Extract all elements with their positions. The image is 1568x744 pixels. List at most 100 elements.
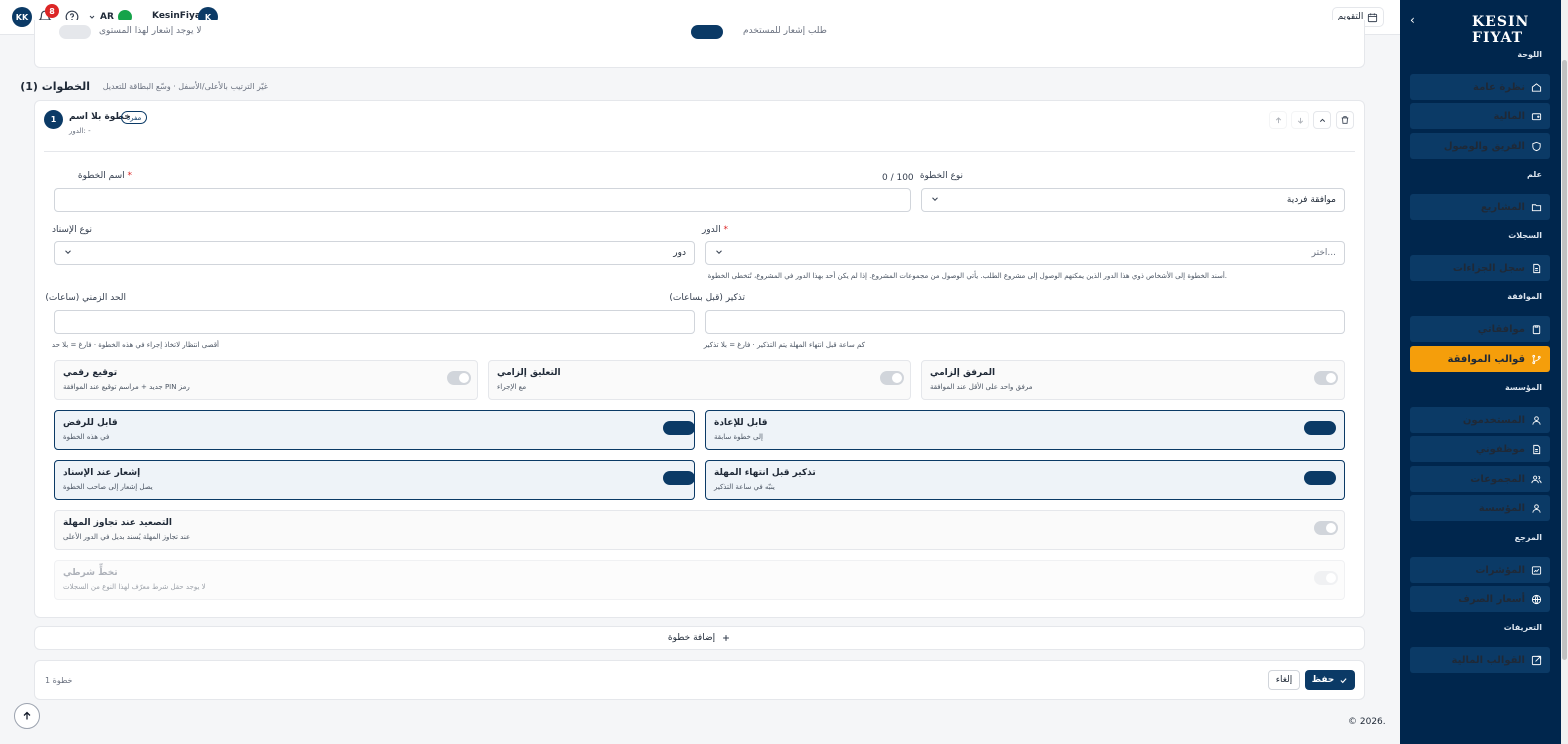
user-notify-toggle[interactable] (691, 25, 723, 39)
escalation-option[interactable]: التصعيد عند تجاوز المهلة عند تجاوز المهل… (54, 510, 1345, 550)
attachment-option[interactable]: المرفق إلزامي مرفق واحد على الأقل عند ال… (921, 360, 1345, 400)
comment-title: التعليق إلزامي (497, 368, 561, 378)
sidebar-scrollbar[interactable] (1561, 0, 1568, 744)
sidebar-item-label: الفريق والوصول (1443, 140, 1525, 152)
arrow-up-icon (1275, 116, 1281, 123)
comment-toggle[interactable] (880, 371, 904, 385)
copyright: © 2026. (1348, 717, 1386, 727)
step-role-line: الدور: - (69, 127, 91, 135)
sidebar-section-label: المرجع (1514, 533, 1542, 542)
step-count: خطوة 1 (45, 676, 73, 685)
collapse-sidebar-icon[interactable]: ‹ (1410, 13, 1415, 27)
time-limit-hint: أقصى انتظار لاتخاذ إجراء في هذه الخطوة ·… (51, 341, 219, 349)
returnable-option[interactable]: قابل للإعادة إلى خطوة سابقة (705, 410, 1345, 450)
delete-step-button[interactable] (1336, 111, 1354, 129)
sidebar-item[interactable]: نظرة عامة (1410, 74, 1550, 100)
notify-toggle[interactable] (59, 25, 91, 39)
globe-icon (1531, 594, 1542, 604)
chevron-down-icon (716, 250, 722, 254)
signature-title: توقيع رقمي (63, 368, 118, 378)
divider (44, 151, 1355, 152)
add-step-button[interactable]: إضافة خطوة (34, 626, 1365, 650)
step-type-select[interactable]: موافقة فردية (921, 188, 1345, 212)
role-label: الدور * (701, 225, 728, 235)
action-bar (34, 660, 1365, 700)
assign-notify-toggle[interactable] (663, 471, 695, 485)
sidebar-item-label: أسعار الصرف (1458, 593, 1525, 605)
reminder-input[interactable] (705, 310, 1345, 334)
role-select[interactable]: اختر... (705, 241, 1345, 265)
sidebar-item[interactable]: المؤشرات (1410, 557, 1550, 583)
file-icon (1533, 263, 1541, 273)
assign-notify-option[interactable]: إشعار عند الإسناد يصل إشعار إلى صاحب الخ… (54, 460, 695, 500)
sidebar-item[interactable]: موافقاتي (1410, 316, 1550, 342)
time-limit-input[interactable] (54, 310, 695, 334)
building-icon (1532, 503, 1541, 513)
attachment-desc: مرفق واحد على الأقل عند الموافقة (930, 383, 1033, 391)
sidebar-item-label: قوالب الموافقة (1447, 353, 1525, 365)
save-button[interactable]: حفظ (1305, 670, 1355, 690)
step-type-value: موافقة فردية (1286, 195, 1336, 205)
badge-icon (1533, 444, 1541, 454)
sidebar-item[interactable]: أسعار الصرف (1410, 586, 1550, 612)
branch-icon (1532, 354, 1541, 364)
rejectable-toggle[interactable] (663, 421, 695, 435)
brand-logo: KESIN FIYAT (1472, 14, 1530, 46)
save-label: حفظ (1311, 675, 1335, 685)
attachment-toggle[interactable] (1314, 371, 1338, 385)
sidebar-item-label: المجموعات (1470, 473, 1525, 485)
sidebar-item[interactable]: موظفوني (1410, 436, 1550, 462)
sidebar-item-label: المؤسسة (1478, 502, 1525, 514)
rejectable-option[interactable]: قابل للرفض في هذه الخطوة (54, 410, 695, 450)
deadline-reminder-option[interactable]: تذكير قبل انتهاء المهلة ينبّه في ساعة ال… (705, 460, 1345, 500)
sidebar-item-label: المشاريع (1480, 201, 1525, 213)
comment-option[interactable]: التعليق إلزامي مع الإجراء (488, 360, 911, 400)
sidebar-item-label: المالية (1493, 110, 1525, 122)
sidebar-item-label: القوالب المالية (1451, 654, 1525, 666)
arrow-down-icon (1297, 117, 1303, 124)
assignment-type-select[interactable]: دور (54, 241, 695, 265)
signature-toggle[interactable] (447, 371, 471, 385)
returnable-desc: إلى خطوة سابقة (714, 433, 763, 441)
chevron-up-icon (1319, 118, 1325, 122)
escalation-title: التصعيد عند تجاوز المهلة (63, 518, 172, 528)
escalation-toggle[interactable] (1314, 521, 1338, 535)
add-step-label: إضافة خطوة (667, 633, 716, 643)
sidebar-item[interactable]: الفريق والوصول (1410, 133, 1550, 159)
folder-icon (1531, 203, 1542, 211)
deadline-reminder-toggle[interactable] (1304, 471, 1336, 485)
chevron-down-icon (932, 197, 938, 201)
sidebar-item[interactable]: المشاريع (1410, 194, 1550, 220)
plus-icon (723, 635, 730, 641)
sidebar-item[interactable]: المؤسسة (1410, 495, 1550, 521)
trash-icon (1341, 116, 1349, 124)
sidebar-item[interactable]: المستخدمون (1410, 407, 1550, 433)
scroll-top-button[interactable] (14, 703, 40, 729)
user-avatar[interactable]: KK (12, 7, 32, 27)
collapse-step-button[interactable] (1313, 111, 1331, 129)
returnable-title: قابل للإعادة (714, 418, 768, 428)
wallet-icon (1531, 112, 1542, 120)
sidebar-item[interactable]: القوالب المالية (1410, 647, 1550, 673)
assign-notify-desc: يصل إشعار إلى صاحب الخطوة (63, 483, 153, 491)
move-down-button[interactable] (1291, 111, 1309, 129)
sidebar-item-label: المستخدمون (1462, 414, 1525, 426)
move-up-button[interactable] (1269, 111, 1287, 129)
sidebar-section-label: المؤسسة (1505, 383, 1542, 392)
step-mode-badge: مفرد (121, 111, 148, 124)
sidebar-item-label: المؤشرات (1475, 564, 1525, 576)
signature-option[interactable]: توقيع رقمي جديد + مراسم توقيع عند المواف… (54, 360, 478, 400)
sidebar-item[interactable]: قوالب الموافقة (1410, 346, 1550, 372)
sidebar-item[interactable]: المالية (1410, 103, 1550, 129)
role-hint: أسند الخطوة إلى الأشخاص ذوي هذا الدور ال… (707, 272, 1227, 280)
step-name-input[interactable] (54, 188, 911, 212)
cancel-button[interactable]: إلغاء (1268, 670, 1300, 690)
sidebar-item[interactable]: سجل الجزاءات (1410, 255, 1550, 281)
step-type-label: نوع الخطوة (919, 171, 963, 181)
sidebar-item[interactable]: المجموعات (1410, 466, 1550, 492)
user-icon (1532, 415, 1541, 425)
sidebar-section-label: علم (1526, 170, 1542, 179)
returnable-toggle[interactable] (1304, 421, 1336, 435)
sidebar-section-label: اللوحة (1517, 50, 1542, 59)
conditional-skip-toggle (1314, 571, 1338, 585)
